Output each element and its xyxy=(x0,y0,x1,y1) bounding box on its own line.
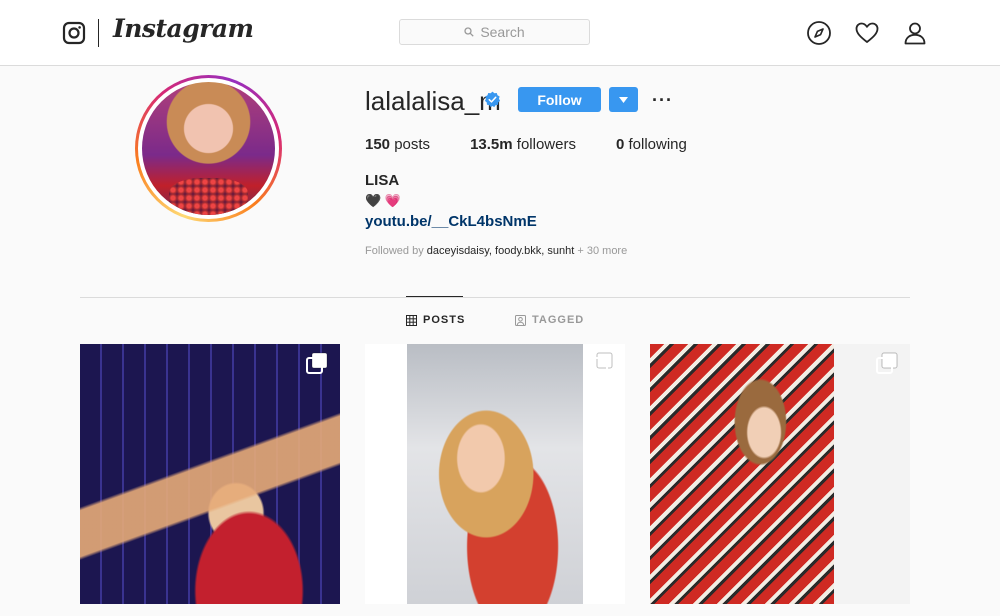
followers-stat[interactable]: 13.5m followers xyxy=(470,136,576,153)
followed-by-names: daceyisdaisy, foody.bkk, sunht xyxy=(426,245,575,257)
search-input[interactable]: Search xyxy=(399,19,590,45)
followers-count: 13.5m xyxy=(470,136,513,153)
post-thumbnail[interactable] xyxy=(650,344,910,604)
profile-full-name: LISA xyxy=(365,172,400,189)
post-image xyxy=(650,344,834,604)
followed-by-prefix: Followed by xyxy=(365,245,427,257)
verified-badge-icon xyxy=(484,91,501,108)
avatar-image xyxy=(142,82,275,215)
posts-label: posts xyxy=(394,136,431,153)
multiple-photos-icon xyxy=(306,352,328,374)
following-count: 0 xyxy=(615,136,625,153)
compass-icon[interactable] xyxy=(806,20,832,46)
multiple-photos-icon xyxy=(876,352,898,374)
tab-tagged-label: TAGGED xyxy=(532,314,585,326)
bio-emoji: 🖤 💗 xyxy=(365,193,401,208)
top-nav: Instagram Search xyxy=(0,0,1000,66)
tab-posts-label: POSTS xyxy=(423,314,466,326)
followed-by-text[interactable]: Followed by daceyisdaisy, foody.bkk, sun… xyxy=(365,245,627,257)
tab-tagged[interactable]: TAGGED xyxy=(515,314,584,326)
caret-down-icon xyxy=(619,96,628,103)
tagged-icon xyxy=(515,314,526,326)
tab-posts[interactable]: POSTS xyxy=(406,314,465,326)
profile-stats: 150 posts 13.5m followers 0 following xyxy=(365,136,727,153)
profile-icon[interactable] xyxy=(902,20,928,46)
following-stat[interactable]: 0 following xyxy=(616,136,687,153)
more-options-button[interactable]: ··· xyxy=(652,90,673,111)
following-label: following xyxy=(628,136,687,153)
post-image xyxy=(407,344,583,604)
grid-icon xyxy=(406,314,417,326)
post-thumbnail[interactable] xyxy=(80,344,340,604)
tabs-divider xyxy=(80,297,910,298)
suggestions-dropdown-button[interactable] xyxy=(609,87,638,112)
instagram-glyph-icon[interactable] xyxy=(62,21,86,45)
profile-username: lalalalisa_m xyxy=(365,86,501,116)
nav-divider xyxy=(98,19,99,47)
follow-button[interactable]: Follow xyxy=(518,87,601,112)
active-tab-indicator xyxy=(406,296,463,297)
followers-label: followers xyxy=(516,136,576,153)
search-placeholder: Search xyxy=(480,24,525,40)
post-thumbnail[interactable] xyxy=(365,344,625,604)
posts-count: 150 xyxy=(365,136,391,153)
heart-icon[interactable] xyxy=(854,20,880,46)
instagram-wordmark[interactable]: Instagram xyxy=(113,14,254,43)
profile-avatar[interactable] xyxy=(135,75,282,222)
followed-by-more: + 30 more xyxy=(574,245,628,257)
search-icon xyxy=(464,27,474,37)
posts-stat: 150 posts xyxy=(365,136,430,153)
bio-link[interactable]: youtu.be/__CkL4bsNmE xyxy=(365,213,537,230)
multiple-photos-icon xyxy=(591,352,613,374)
